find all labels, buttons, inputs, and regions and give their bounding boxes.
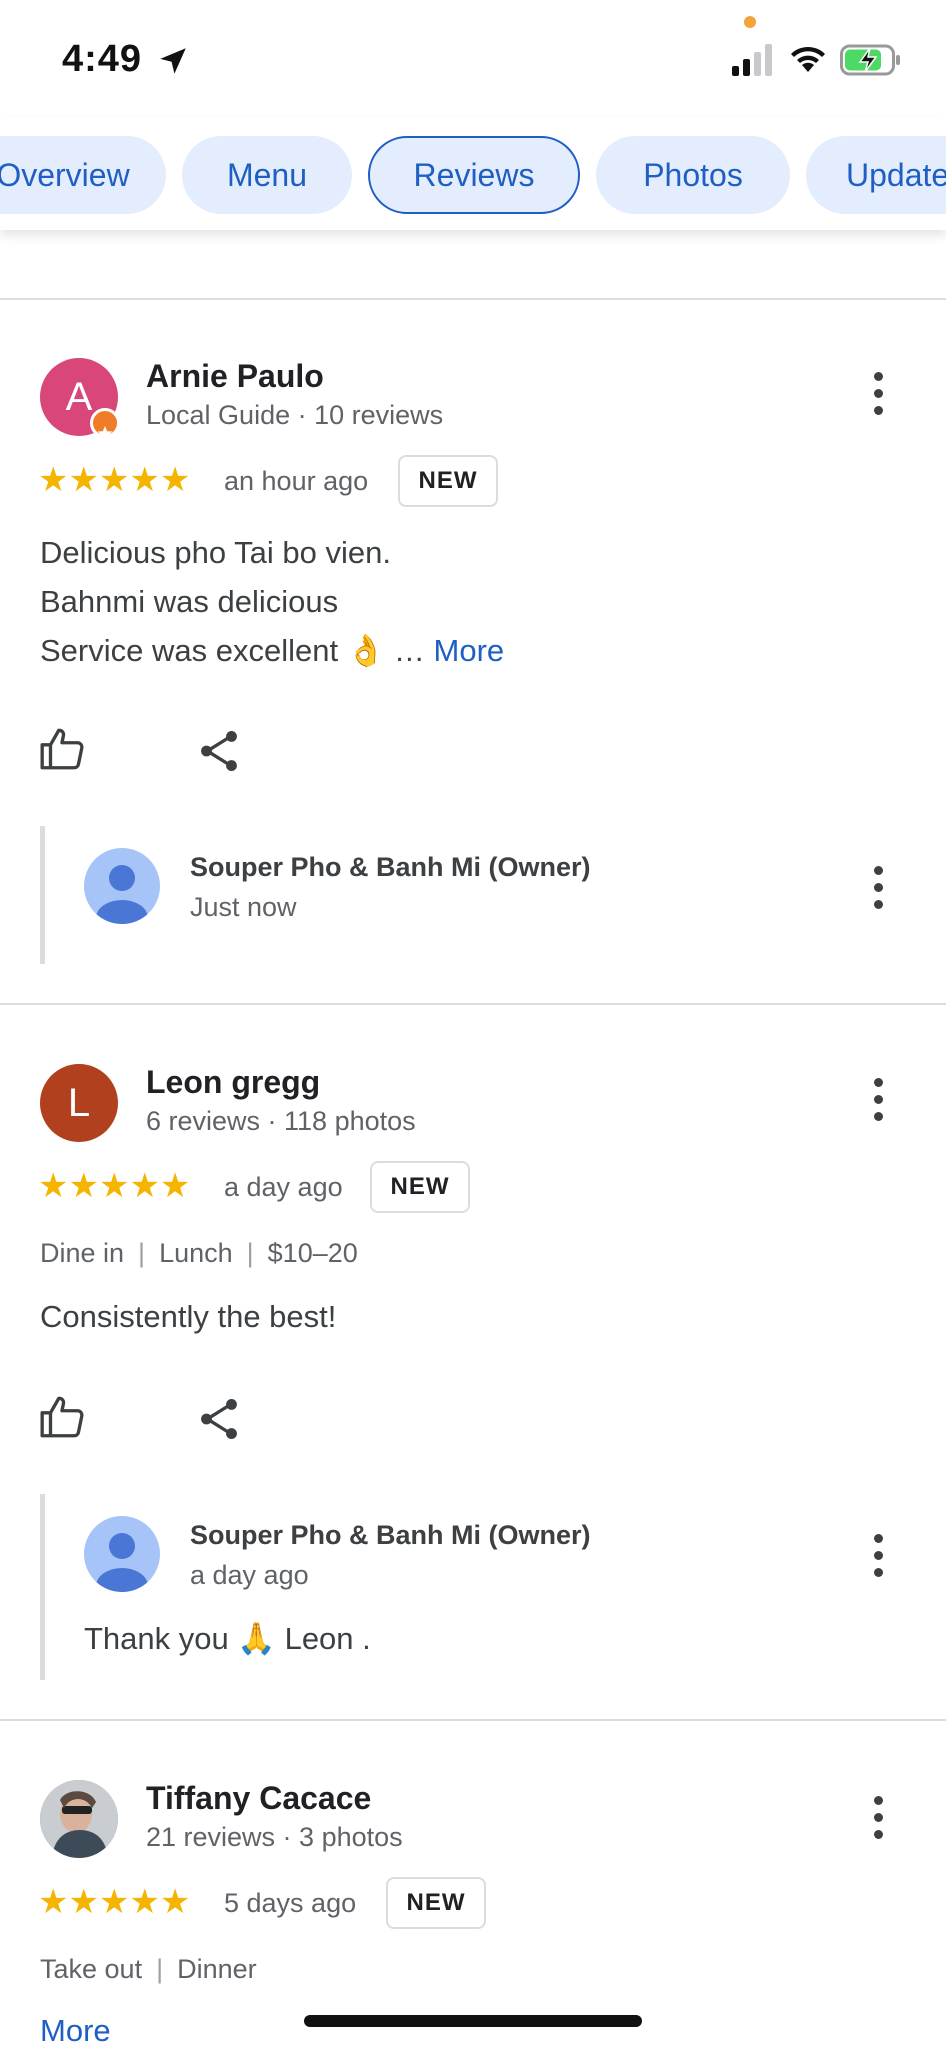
review-tags: Dine in | Lunch | $10–20 <box>40 1238 358 1269</box>
more-options-icon[interactable] <box>868 1078 888 1126</box>
tab-photos[interactable]: Photos <box>596 136 790 214</box>
review-author-meta: 21 reviews · 3 photos <box>146 1822 403 1852</box>
status-bar: 4:49 <box>0 0 946 118</box>
divider <box>0 298 946 300</box>
star-rating: ★★★★★ <box>38 461 191 499</box>
tab-updates[interactable]: Updates <box>806 136 946 214</box>
owner-reply-name: Souper Pho & Banh Mi (Owner) <box>190 852 591 882</box>
owner-reply-time: Just now <box>190 892 297 922</box>
star-rating: ★★★★★ <box>38 1167 191 1205</box>
avatar[interactable]: A <box>40 358 120 441</box>
review-text-line: Bahnmi was delicious <box>40 584 339 619</box>
tag-price: $10–20 <box>267 1238 358 1268</box>
divider <box>0 1719 946 1721</box>
tab-overview[interactable]: Overview <box>0 136 166 214</box>
review-time: 5 days ago <box>224 1888 357 1918</box>
place-tabs: Overview Menu Reviews Photos Updates <box>0 118 946 230</box>
avatar[interactable]: L <box>40 1064 118 1142</box>
more-options-icon[interactable] <box>868 1796 888 1844</box>
more-options-icon[interactable] <box>868 1534 888 1582</box>
tag-dinner: Dinner <box>177 1954 257 1984</box>
tab-reviews[interactable]: Reviews <box>368 136 580 214</box>
more-options-icon[interactable] <box>868 866 888 914</box>
privacy-indicator-dot <box>744 16 756 28</box>
review-text: Consistently the best! <box>40 1299 337 1334</box>
avatar[interactable] <box>40 1780 118 1858</box>
profile-photo <box>40 1780 118 1858</box>
review-author-meta: Local Guide · 10 reviews <box>146 400 444 430</box>
reply-indent-bar <box>40 1494 45 1680</box>
review-text: Delicious pho Tai bo vien. Bahnmi was de… <box>40 528 504 675</box>
owner-avatar <box>84 848 160 924</box>
more-link[interactable]: More <box>40 2013 111 2048</box>
local-guide-star-icon <box>90 408 120 441</box>
review-author[interactable]: Arnie Paulo <box>146 358 324 395</box>
review-author-meta: 6 reviews · 118 photos <box>146 1106 416 1136</box>
new-badge: NEW <box>386 1877 486 1929</box>
share-icon[interactable] <box>194 726 244 776</box>
tag-separator: | <box>156 1954 164 1984</box>
tag-dine-in: Dine in <box>40 1238 125 1268</box>
tag-lunch: Lunch <box>159 1238 233 1268</box>
avatar-letter: L <box>67 1080 91 1125</box>
tab-menu[interactable]: Menu <box>182 136 352 214</box>
tag-separator: | <box>138 1238 146 1268</box>
home-indicator[interactable] <box>304 2015 642 2027</box>
owner-reply-text: Thank you 🙏 Leon . <box>84 1621 371 1656</box>
avatar-letter: A <box>65 374 93 419</box>
review-text-line-end: Service was excellent 👌 … <box>40 633 425 668</box>
review-text-line: Service was excellent 👌 … More <box>40 626 504 675</box>
review-time: an hour ago <box>224 466 369 496</box>
more-link[interactable]: More <box>434 633 505 668</box>
more-options-icon[interactable] <box>868 372 888 420</box>
share-icon[interactable] <box>194 1394 244 1444</box>
owner-avatar <box>84 1516 160 1592</box>
tag-take-out: Take out <box>40 1954 143 1984</box>
reply-indent-bar <box>40 826 45 964</box>
wifi-icon <box>791 46 825 72</box>
star-rating: ★★★★★ <box>38 1883 191 1921</box>
thumbs-up-icon[interactable] <box>38 724 88 774</box>
status-time: 4:49 <box>62 38 143 80</box>
owner-reply-name: Souper Pho & Banh Mi (Owner) <box>190 1520 591 1550</box>
owner-reply-time: a day ago <box>190 1560 309 1590</box>
review-author[interactable]: Leon gregg <box>146 1064 320 1101</box>
more-link-container: More <box>40 2006 111 2048</box>
battery-charging-icon <box>840 44 900 76</box>
new-badge: NEW <box>398 455 498 507</box>
tag-separator: | <box>246 1238 254 1268</box>
review-tags: Take out | Dinner <box>40 1954 257 1985</box>
thumbs-up-icon[interactable] <box>38 1392 88 1442</box>
new-badge: NEW <box>370 1161 470 1213</box>
review-text-line: Delicious pho Tai bo vien. <box>40 535 391 570</box>
location-arrow-icon <box>160 48 186 74</box>
divider <box>0 1003 946 1005</box>
review-author[interactable]: Tiffany Cacace <box>146 1780 371 1817</box>
review-time: a day ago <box>224 1172 343 1202</box>
signal-icon <box>732 44 772 76</box>
